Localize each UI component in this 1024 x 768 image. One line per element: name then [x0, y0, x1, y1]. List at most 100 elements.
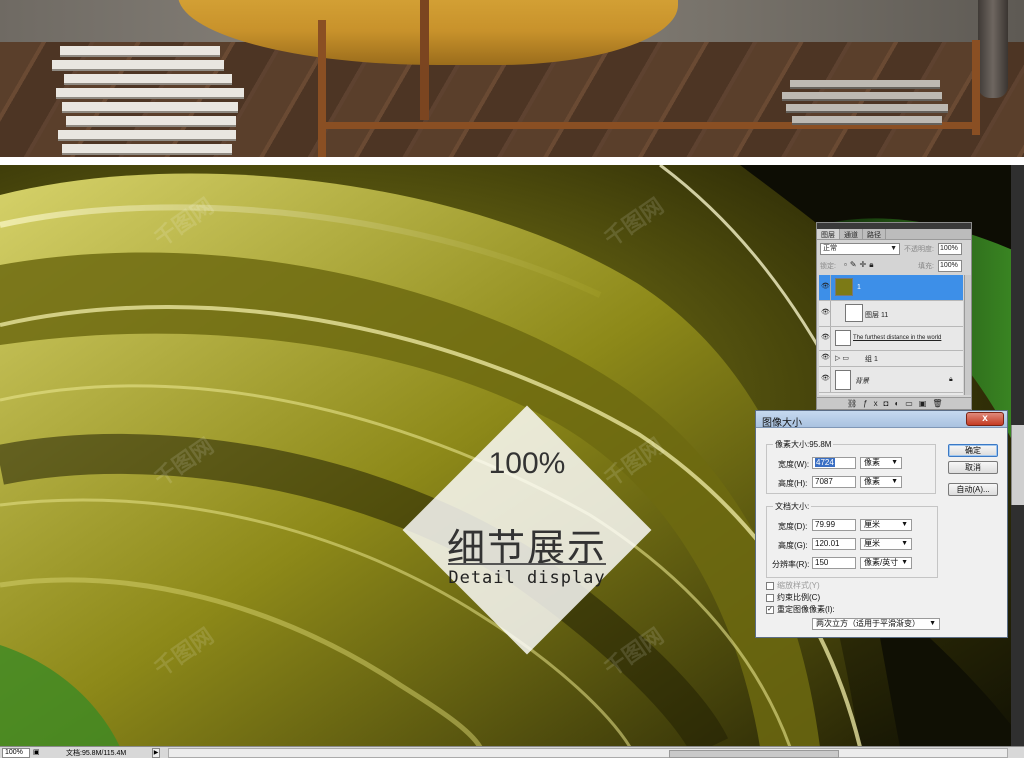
- check-icon: ✓: [766, 605, 774, 614]
- eye-icon[interactable]: 👁︎: [821, 327, 831, 350]
- layer-name: 背景: [855, 378, 869, 385]
- height-label: 高度(H):: [778, 479, 808, 488]
- chevron-down-icon: ▼: [901, 559, 908, 566]
- eye-icon[interactable]: 👁︎: [821, 275, 831, 300]
- ok-button[interactable]: 确定: [948, 444, 998, 457]
- chair-frame-leg: [972, 40, 980, 135]
- width-value: 4724: [815, 458, 835, 467]
- resolution-unit-select[interactable]: 像素/英寸 ▼: [860, 557, 912, 569]
- doc-width-unit-value: 厘米: [864, 520, 880, 529]
- height-unit-value: 像素: [864, 477, 880, 486]
- detail-label: 100% 细节展示 Detail display: [402, 405, 652, 655]
- checkbox-box: [766, 581, 774, 590]
- title-underline: [448, 563, 606, 565]
- layer-name: 组 1: [865, 356, 878, 363]
- layer-thumbnail: [835, 370, 851, 390]
- fill-field[interactable]: 100%: [938, 260, 962, 272]
- layers-panel: 图层 通道 路径 正常 ▼ 不透明度: 100% 锁定: ▫✎✛🔒︎ 填充: 1…: [816, 222, 972, 410]
- constrain-label: 约束比例(C): [777, 593, 821, 602]
- chevron-down-icon: ▼: [901, 521, 908, 528]
- tab-layers[interactable]: 图层: [817, 229, 840, 239]
- constrain-proportions-checkbox[interactable]: 约束比例(C): [766, 592, 820, 603]
- status-bar: 100% ▣ 文档:95.8M/115.4M ▶: [0, 746, 1024, 758]
- photoshop-screenshot: 千图网 千图网 千图网 千图网 千图网 千图网 100% 细节展示 Detail…: [0, 0, 1024, 768]
- checkbox-box: [766, 593, 774, 602]
- height-unit-select[interactable]: 像素 ▼: [860, 476, 902, 488]
- eye-icon[interactable]: 👁︎: [821, 301, 831, 326]
- layer-row[interactable]: 👁︎ ▷ ▭ 组 1: [819, 351, 963, 367]
- doc-height-label: 高度(G):: [778, 541, 808, 550]
- chevron-down-icon: ▼: [891, 478, 898, 485]
- fill-label: 填充:: [918, 263, 934, 270]
- layer-row[interactable]: 👁︎ 1: [819, 275, 963, 301]
- pixel-dimensions-caption: 像素大小:95.8M: [773, 439, 834, 450]
- document-info: 文档:95.8M/115.4M: [66, 750, 127, 757]
- lock-icon: 🔒︎: [949, 376, 953, 383]
- dialog-title: 图像大小: [762, 418, 802, 429]
- percent-text: 100%: [488, 447, 566, 480]
- eye-icon[interactable]: 👁︎: [821, 367, 831, 392]
- resample-method-select[interactable]: 两次立方（适用于平滑渐变） ▼: [812, 618, 940, 630]
- lock-label: 锁定:: [820, 263, 836, 270]
- scrollbar-thumb[interactable]: [669, 750, 839, 758]
- chevron-down-icon: ▼: [890, 245, 897, 252]
- chair-frame-leg: [420, 0, 429, 120]
- document-size-caption: 文档大小:: [773, 501, 812, 512]
- height-input[interactable]: 7087: [812, 476, 856, 488]
- vertical-scrollbar[interactable]: [1011, 425, 1024, 505]
- blend-mode-select[interactable]: 正常 ▼: [820, 243, 900, 255]
- zoom-preview-icon[interactable]: ▣: [33, 748, 40, 756]
- opacity-label: 不透明度:: [904, 246, 934, 253]
- width-unit-select[interactable]: 像素 ▼: [860, 457, 902, 469]
- doc-width-input[interactable]: 79.99: [812, 519, 856, 531]
- eye-icon[interactable]: 👁︎: [821, 351, 831, 366]
- resolution-label: 分辨率(R):: [772, 560, 810, 569]
- detail-subtitle-en: Detail display: [448, 568, 606, 588]
- width-label: 宽度(W):: [778, 460, 810, 469]
- cancel-button[interactable]: 取消: [948, 461, 998, 474]
- width-input[interactable]: 4724: [812, 457, 856, 469]
- resample-method-value: 两次立方（适用于平滑渐变）: [816, 619, 920, 628]
- chair-frame-leg: [318, 20, 326, 157]
- chevron-down-icon: ▼: [891, 459, 898, 466]
- auto-button[interactable]: 自动(A)...: [948, 483, 998, 496]
- folder-icon: ▷ ▭: [835, 355, 849, 362]
- book-stack-left: [52, 44, 248, 157]
- layer-name: The furthest distance in the world: [853, 335, 942, 341]
- layer-thumbnail: [845, 304, 863, 322]
- blend-mode-value: 正常: [823, 245, 837, 252]
- dialog-titlebar: 图像大小 x: [756, 411, 1007, 429]
- layer-row[interactable]: 👁︎ 背景 🔒︎: [819, 367, 963, 393]
- layer-thumbnail: [835, 330, 851, 346]
- doc-height-input[interactable]: 120.01: [812, 538, 856, 550]
- layer-thumbnail: [835, 278, 853, 296]
- resolution-input[interactable]: 150: [812, 557, 856, 569]
- interior-photo: [0, 0, 1024, 157]
- tab-paths[interactable]: 路径: [863, 229, 886, 239]
- resample-checkbox[interactable]: ✓ 重定图像像素(I):: [766, 604, 835, 615]
- layer-actions-bar[interactable]: ⛓ƒx◘◐▭▣🗑︎: [817, 397, 971, 409]
- book-stack-right: [782, 80, 952, 135]
- tab-channels[interactable]: 通道: [840, 229, 863, 239]
- zoom-field[interactable]: 100%: [2, 748, 30, 758]
- doc-height-unit-select[interactable]: 厘米 ▼: [860, 538, 912, 550]
- lock-icons[interactable]: ▫✎✛🔒︎: [844, 260, 877, 270]
- doc-width-label: 宽度(D):: [778, 522, 808, 531]
- layer-name: 1: [857, 284, 861, 291]
- scale-styles-label: 缩放样式(Y): [777, 581, 820, 590]
- chevron-down-icon: ▼: [901, 540, 908, 547]
- layer-name: 图层 11: [865, 312, 889, 319]
- resolution-unit-value: 像素/英寸: [864, 558, 899, 567]
- horizontal-scrollbar[interactable]: [168, 748, 1008, 758]
- status-menu-arrow-icon[interactable]: ▶: [152, 748, 160, 758]
- close-button[interactable]: x: [966, 412, 1004, 426]
- layer-list-scrollbar[interactable]: [964, 275, 971, 395]
- image-size-dialog: 图像大小 x 像素大小:95.8M 宽度(W): 4724 像素 ▼ 高度(H):…: [755, 410, 1008, 638]
- scale-styles-checkbox[interactable]: 缩放样式(Y): [766, 580, 820, 591]
- layer-list: 👁︎ 1 👁︎ 图层 11 👁︎ The furthest distance i…: [819, 275, 963, 395]
- panel-tabs: 图层 通道 路径: [817, 229, 971, 240]
- layer-row[interactable]: 👁︎ 图层 11: [819, 301, 963, 327]
- opacity-field[interactable]: 100%: [938, 243, 962, 255]
- doc-width-unit-select[interactable]: 厘米 ▼: [860, 519, 912, 531]
- layer-row[interactable]: 👁︎ The furthest distance in the world: [819, 327, 963, 351]
